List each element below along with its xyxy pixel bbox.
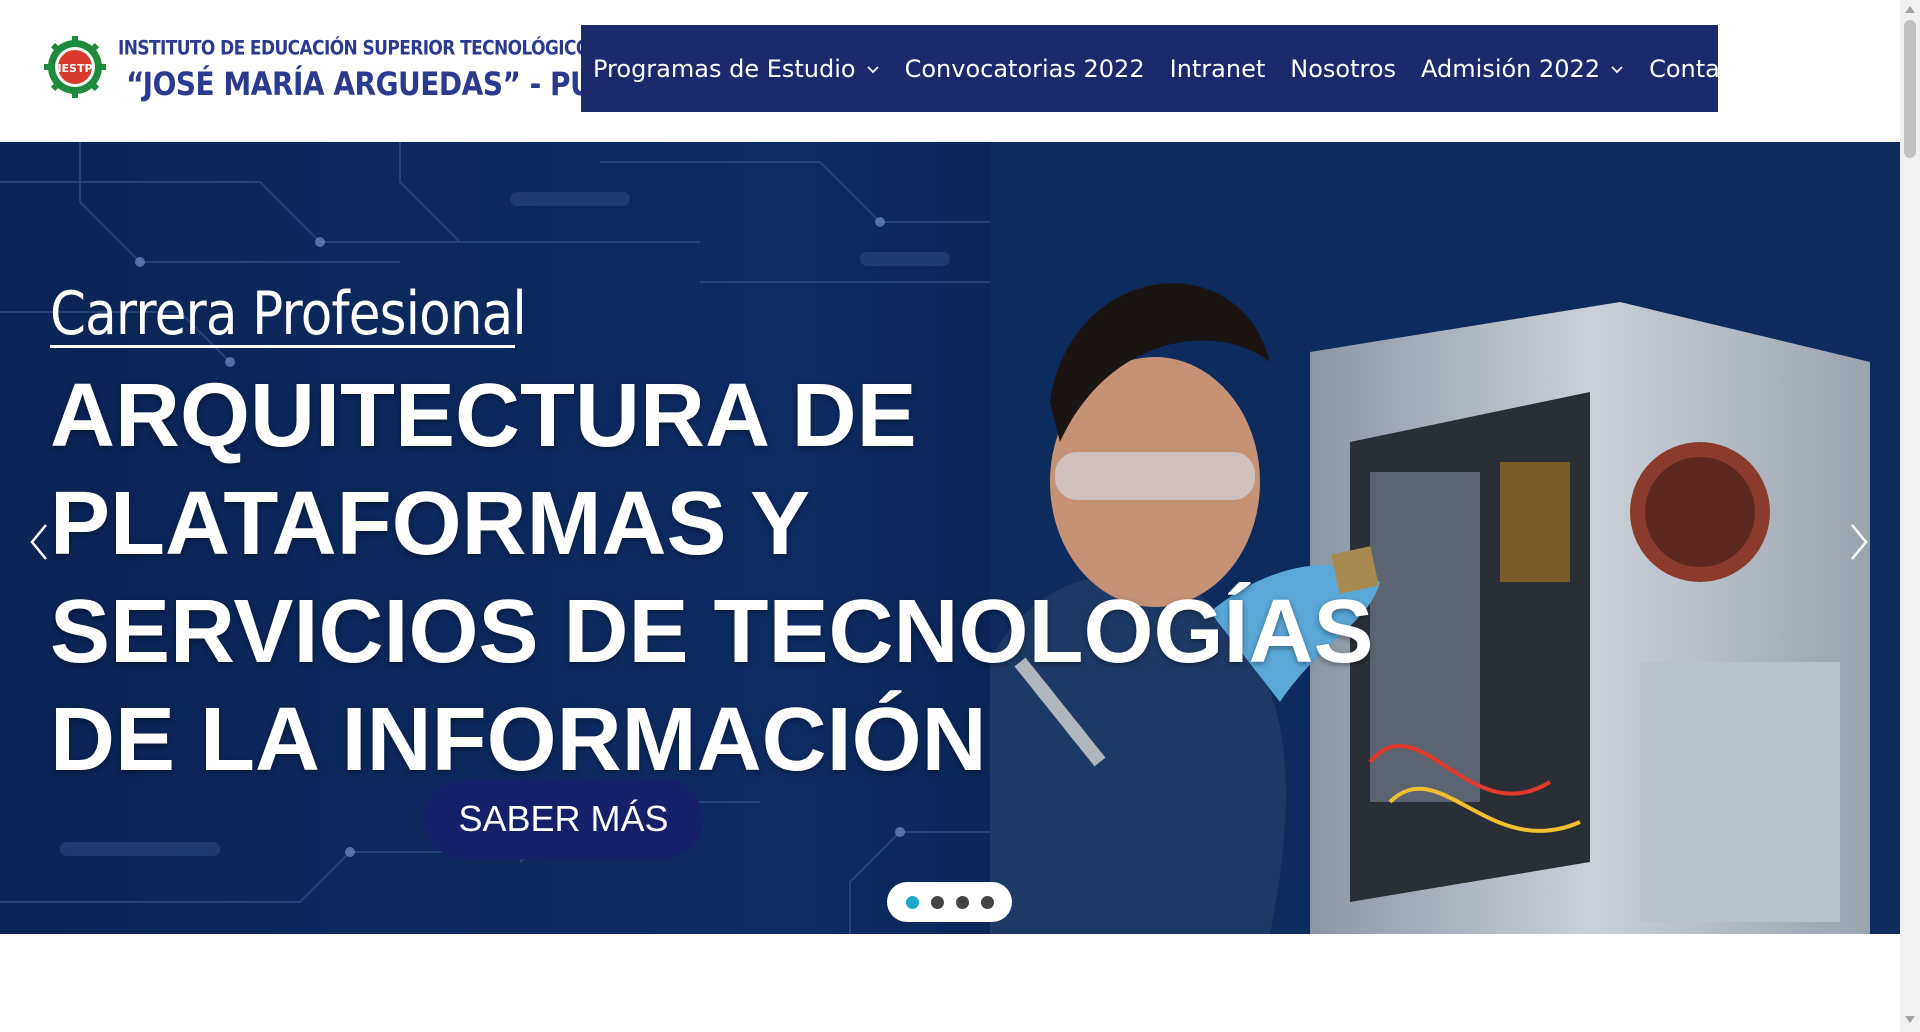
nav-intranet[interactable]: Intranet [1170,55,1266,83]
chevron-down-icon [1611,65,1623,73]
slide-title-line: DE LA INFORMACIÓN [50,690,987,790]
chevron-down-icon [866,65,879,73]
nav-contacto[interactable]: Contacto [1649,55,1757,83]
main-nav: Programas de Estudio Convocatorias 2022 … [581,25,1757,112]
chevron-right-icon[interactable] [1844,517,1876,567]
nav-nosotros[interactable]: Nosotros [1290,55,1396,83]
slide-dot-2[interactable] [930,895,944,909]
nav-label: Convocatorias 2022 [904,54,1145,83]
nav-label: Admisión 2022 [1421,54,1601,83]
nav-label: Contacto [1649,54,1758,83]
slide-title: ARQUITECTURA DE PLATAFORMAS Y SERVICIOS … [50,362,1374,794]
slide-title-line: PLATAFORMAS Y [50,474,810,574]
nav-programas-de-estudio[interactable]: Programas de Estudio [593,55,880,83]
site-header: IESTP INSTITUTO DE EDUCACIÓN SUPERIOR TE… [0,0,1900,142]
slide-kicker: Carrera Profesional [50,279,527,349]
nav-label: Intranet [1169,54,1266,83]
nav-convocatorias-2022[interactable]: Convocatorias 2022 [905,55,1145,83]
slide-title-line: ARQUITECTURA DE [50,366,917,466]
institute-seal-icon: IESTP [44,36,106,98]
scroll-thumb[interactable] [1904,20,1916,158]
saber-mas-button[interactable]: SABER MÁS [424,779,703,859]
scroll-down-arrow-icon[interactable] [1905,1016,1915,1023]
nav-label: Nosotros [1290,54,1397,83]
page-scrollbar[interactable] [1900,0,1920,1032]
scroll-up-arrow-icon[interactable] [1905,6,1915,13]
hero-slider: Carrera Profesional ARQUITECTURA DE PLAT… [0,142,1900,934]
chevron-left-icon[interactable] [22,517,54,567]
nav-label: Programas de Estudio [593,54,856,83]
slide-title-line: SERVICIOS DE TECNOLOGÍAS [50,582,1374,682]
slider-pagination [887,882,1012,922]
slide-dot-1[interactable] [905,895,919,909]
svg-text:IESTP: IESTP [57,62,92,75]
nav-admision-2022[interactable]: Admisión 2022 [1421,55,1624,83]
kicker-underline [50,345,515,348]
slide-dot-4[interactable] [980,895,994,909]
institute-logo[interactable]: IESTP INSTITUTO DE EDUCACIÓN SUPERIOR TE… [44,36,675,102]
slide-dot-3[interactable] [955,895,969,909]
